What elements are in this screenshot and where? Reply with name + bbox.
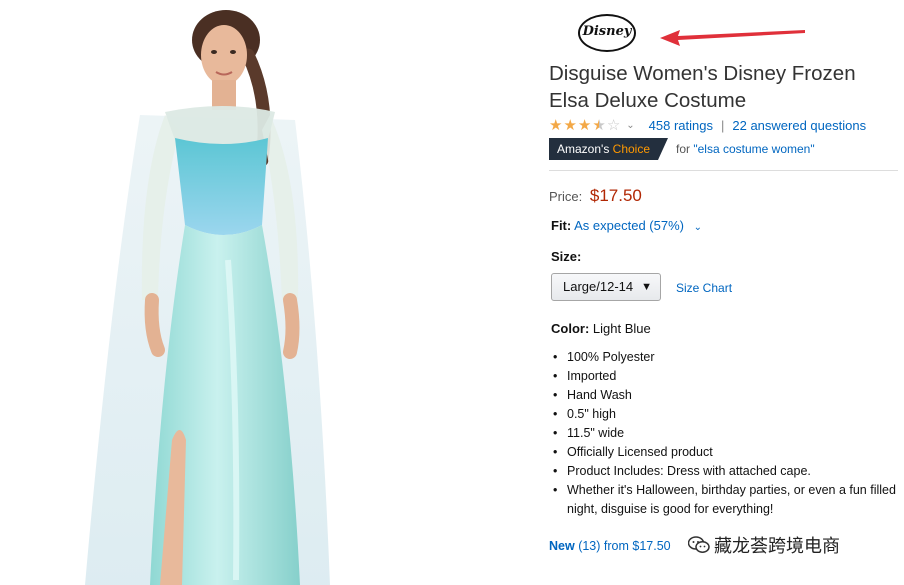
badge-keyword-link[interactable]: "elsa costume women" [693,142,814,156]
new-from: from $17.50 [603,539,671,553]
amazons-choice-row: Amazon's Choice for "elsa costume women" [549,138,815,160]
list-item: Officially Licensed product [551,443,897,462]
feature-bullets: 100% Polyester Imported Hand Wash 0.5" h… [551,348,897,519]
list-item: 0.5" high [551,405,897,424]
list-item: Product Includes: Dress with attached ca… [551,462,897,481]
star-empty-icon: ☆ [606,117,621,134]
ratings-count-link[interactable]: 458 ratings [649,118,713,133]
badge-choice: Choice [612,142,651,156]
chevron-down-icon: ▼ [641,281,652,293]
star-rating[interactable]: ★ ★ ★ ★ ☆ [549,116,620,134]
star-half-icon: ★ [592,117,606,134]
amazons-choice-badge[interactable]: Amazon's Choice [549,138,669,160]
answered-questions-link[interactable]: 22 answered questions [732,118,866,133]
size-dropdown[interactable]: Large/12-14 ▼ [551,273,661,301]
color-value: Light Blue [592,321,651,336]
list-item: 11.5" wide [551,424,897,443]
badge-for-text: for "elsa costume women" [676,142,815,156]
red-arrow-icon [660,30,805,46]
watermark-text: 藏龙荟跨境电商 [714,536,840,557]
list-item: Whether it's Halloween, birthday parties… [551,481,897,519]
product-image[interactable] [0,0,530,585]
badge-for-label: for [676,142,691,156]
list-item: 100% Polyester [551,348,897,367]
product-title: Disguise Women's Disney Frozen Elsa Delu… [549,62,856,112]
price-value: $17.50 [589,186,642,205]
list-item: Hand Wash [551,386,897,405]
fit-row: Fit: As expected (57%) ⌄ [551,218,702,233]
price-label: Price: [549,189,583,204]
new-label: New [549,539,575,553]
chevron-down-icon[interactable]: ⌄ [626,120,634,131]
elsa-costume-photo [85,10,330,585]
fit-value-link[interactable]: As expected (57%) [574,218,684,233]
watermark: 藏龙荟跨境电商 [684,533,846,557]
star-icon: ★ [577,117,592,134]
chevron-down-icon[interactable]: ⌄ [694,222,702,233]
new-count: (13) [578,539,601,553]
star-icon: ★ [563,117,577,134]
rating-row: ★ ★ ★ ★ ☆ ⌄ 458 ratings | 22 answered qu… [549,116,866,134]
size-label: Size: [551,249,582,264]
size-chart-link[interactable]: Size Chart [676,281,732,295]
brand-logo-text: Disney [582,24,632,39]
wechat-icon [688,536,710,553]
star-icon: ★ [549,117,563,134]
size-selected-value: Large/12-14 [563,279,634,294]
brand-logo[interactable]: Disney [578,14,638,54]
fit-label: Fit: [551,218,572,233]
badge-prefix: Amazon's [557,142,610,156]
separator: | [720,117,725,133]
price-row: Price: $17.50 [549,186,642,206]
list-item: Imported [551,367,897,386]
divider [549,170,898,171]
color-label: Color: [551,321,590,336]
color-row: Color: Light Blue [551,321,651,336]
new-offers-link[interactable]: New (13) from $17.50 [549,539,671,553]
